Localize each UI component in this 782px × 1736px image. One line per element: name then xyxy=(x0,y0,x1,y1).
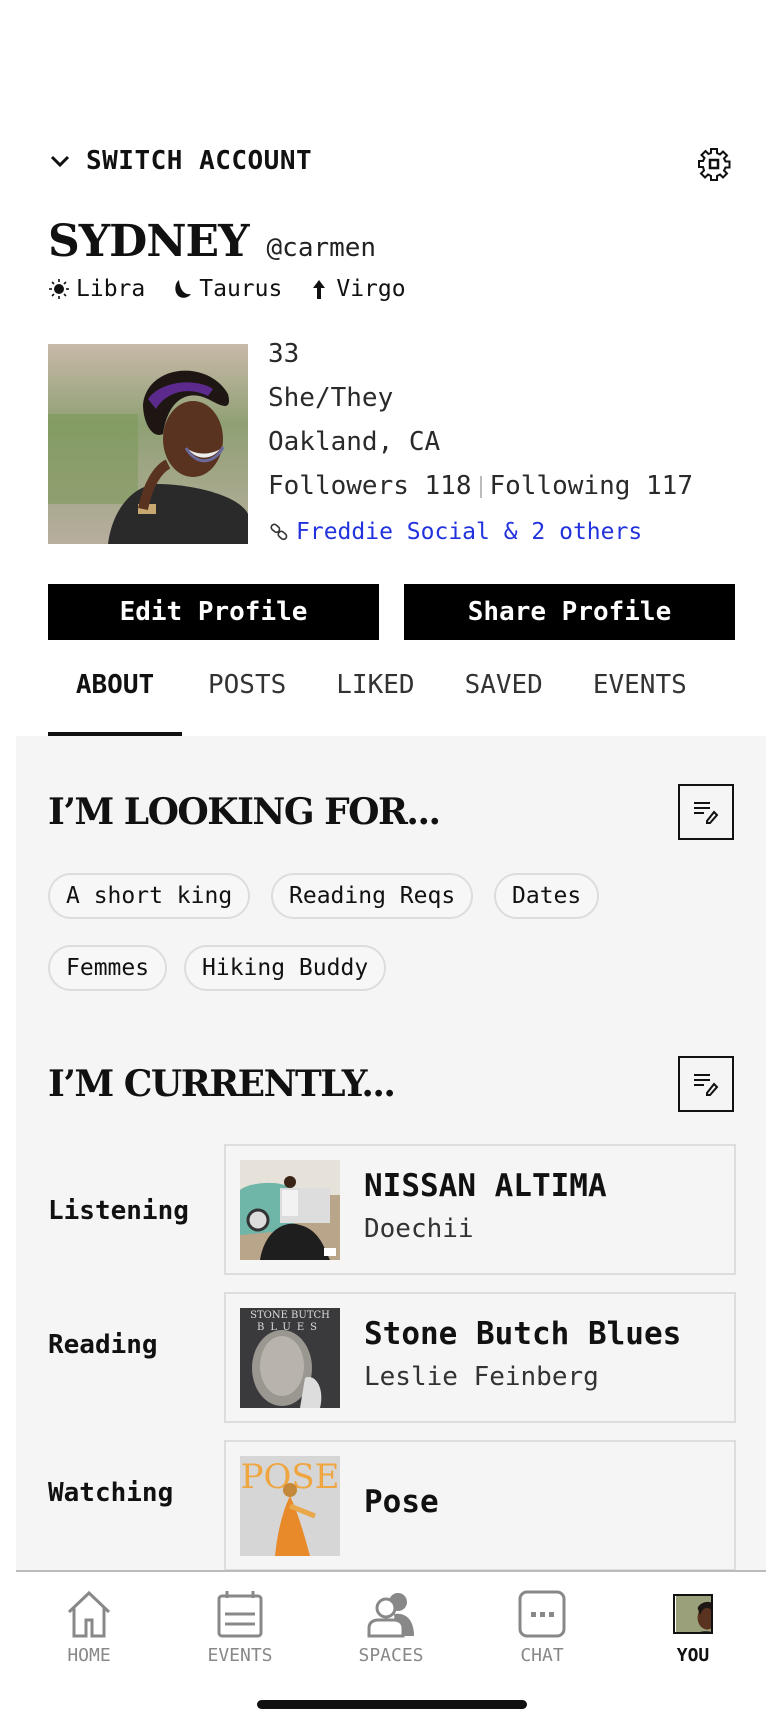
looking-for-title: I’M LOOKING FOR... xyxy=(48,791,441,833)
watching-label: Watching xyxy=(48,1478,174,1508)
nav-you[interactable]: YOU xyxy=(633,1590,753,1666)
rising-arrow-icon xyxy=(313,280,326,299)
chip-looking-for[interactable]: Reading Reqs xyxy=(271,873,474,919)
nav-chat-label: CHAT xyxy=(520,1645,564,1666)
sun-sign-label: Libra xyxy=(76,276,146,302)
following-count[interactable]: Following 117 xyxy=(490,471,694,501)
chip-looking-for[interactable]: A short king xyxy=(48,873,251,919)
nav-spaces-label: SPACES xyxy=(358,1645,424,1666)
switch-account-button[interactable]: SWITCH ACCOUNT xyxy=(48,146,312,176)
media-title: Stone Butch Blues xyxy=(364,1316,682,1352)
profile-name-row: SYDNEY @carmen xyxy=(48,216,376,267)
watching-card[interactable]: POSE Pose xyxy=(224,1440,736,1571)
nav-chat[interactable]: CHAT xyxy=(482,1590,602,1666)
profile-age: 33 xyxy=(268,339,300,369)
chip-looking-for[interactable]: Femmes xyxy=(48,945,168,991)
svg-text:STONE BUTCH: STONE BUTCH xyxy=(250,1310,330,1321)
chip-looking-for[interactable]: Hiking Buddy xyxy=(184,945,387,991)
about-panel: I’M LOOKING FOR... A short king Reading … xyxy=(16,736,766,1571)
nav-you-label: YOU xyxy=(676,1645,710,1666)
svg-text:BLUES: BLUES xyxy=(257,1322,323,1333)
moon-icon xyxy=(175,280,192,298)
astrology-signs: Libra Taurus Virgo xyxy=(48,276,406,302)
nav-home-label: HOME xyxy=(67,1645,111,1666)
media-title: NISSAN ALTIMA xyxy=(364,1168,607,1204)
media-subtitle: Leslie Feinberg xyxy=(364,1362,599,1392)
album-cover xyxy=(240,1160,340,1260)
moon-sign-label: Taurus xyxy=(199,276,283,302)
reading-label: Reading xyxy=(48,1330,158,1360)
home-icon xyxy=(67,1590,111,1638)
profile-handle: @carmen xyxy=(266,233,377,263)
book-cover: STONE BUTCH BLUES xyxy=(240,1308,340,1408)
edit-list-icon xyxy=(694,1074,719,1096)
profile-name: SYDNEY xyxy=(48,216,250,267)
tab-about[interactable]: ABOUT xyxy=(48,664,182,736)
nav-spaces[interactable]: SPACES xyxy=(331,1590,451,1666)
chevron-down-icon xyxy=(50,155,70,168)
moon-sign: Taurus xyxy=(171,276,282,302)
profile-tabs: ABOUT POSTS LIKED SAVED EVENTS xyxy=(48,664,687,736)
profile-links-label: Freddie Social & 2 others xyxy=(296,519,643,545)
share-profile-button[interactable]: Share Profile xyxy=(404,584,735,640)
profile-pronouns: She/They xyxy=(268,383,394,413)
chip-looking-for[interactable]: Dates xyxy=(494,873,600,919)
sun-sign: Libra xyxy=(48,276,145,302)
edit-profile-button[interactable]: Edit Profile xyxy=(48,584,379,640)
tab-saved[interactable]: SAVED xyxy=(465,664,543,736)
people-icon xyxy=(367,1593,414,1638)
profile-photo xyxy=(48,344,248,544)
currently-title: I’M CURRENTLY... xyxy=(48,1063,396,1105)
rising-sign-label: Virgo xyxy=(336,276,406,302)
edit-currently-button[interactable] xyxy=(678,1056,734,1112)
edit-list-icon xyxy=(694,802,719,824)
follow-stats: Followers 118 Following 117 xyxy=(268,468,693,512)
tab-posts[interactable]: POSTS xyxy=(208,664,286,736)
profile-location: Oakland, CA xyxy=(268,427,441,457)
calendar-icon xyxy=(217,1591,263,1638)
edit-looking-for-button[interactable] xyxy=(678,784,734,840)
link-icon xyxy=(270,523,288,541)
gear-icon[interactable] xyxy=(696,146,732,182)
media-subtitle: Doechii xyxy=(364,1214,474,1244)
nav-events-label: EVENTS xyxy=(207,1645,273,1666)
profile-info: 33 She/They Oakland, CA Followers 118 Fol… xyxy=(268,336,693,552)
nav-home[interactable]: HOME xyxy=(29,1590,149,1666)
listening-label: Listening xyxy=(48,1196,189,1226)
followers-count[interactable]: Followers 118 xyxy=(268,471,472,501)
avatar xyxy=(673,1594,713,1634)
rising-sign: Virgo xyxy=(308,276,406,302)
sun-icon xyxy=(49,279,69,299)
nav-events[interactable]: EVENTS xyxy=(180,1590,300,1666)
bottom-nav-divider xyxy=(16,1570,766,1572)
media-title: Pose xyxy=(364,1484,439,1520)
chat-icon xyxy=(518,1590,566,1638)
tab-events[interactable]: EVENTS xyxy=(593,664,687,736)
switch-account-label: SWITCH ACCOUNT xyxy=(86,146,313,176)
show-cover: POSE xyxy=(240,1456,340,1556)
tab-liked[interactable]: LIKED xyxy=(336,664,414,736)
listening-card[interactable]: NISSAN ALTIMA Doechii xyxy=(224,1144,736,1275)
divider xyxy=(479,475,482,498)
reading-card[interactable]: STONE BUTCH BLUES Stone Butch Blues Lesl… xyxy=(224,1292,736,1423)
profile-links[interactable]: Freddie Social & 2 others xyxy=(268,512,693,552)
home-indicator xyxy=(257,1700,527,1709)
